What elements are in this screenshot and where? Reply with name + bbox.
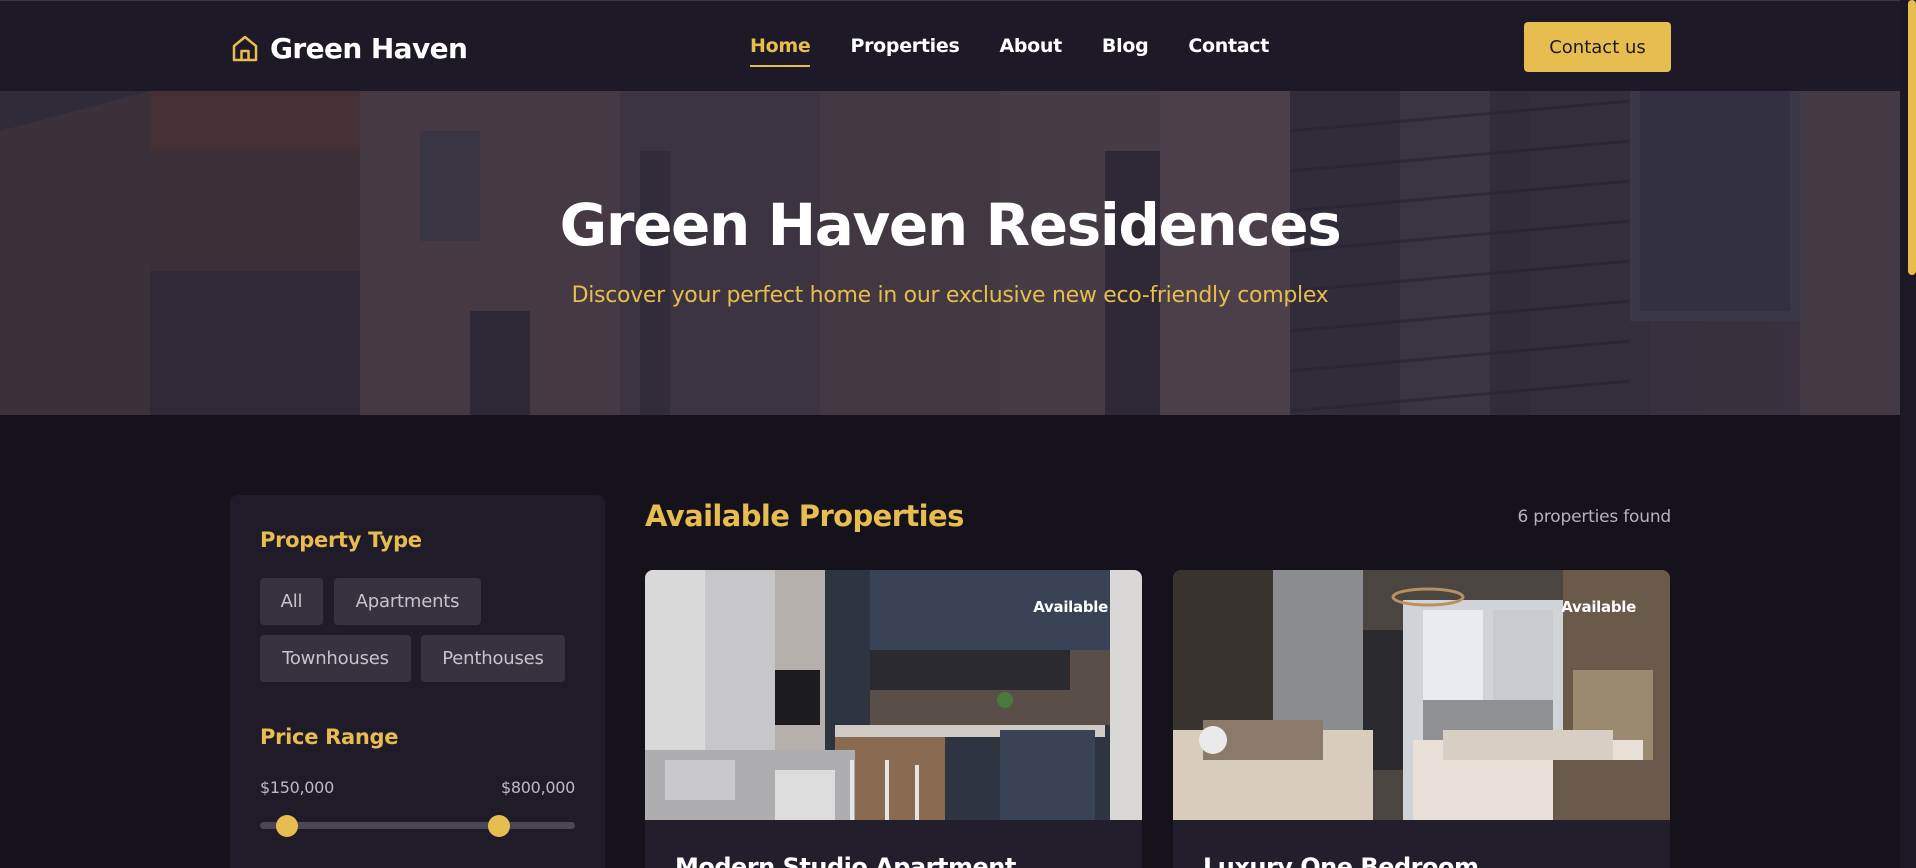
filter-chip-apartments[interactable]: Apartments: [334, 578, 481, 625]
price-range-heading: Price Range: [260, 725, 399, 749]
property-type-heading: Property Type: [260, 528, 422, 552]
hero-subtitle: Discover your perfect home in our exclus…: [571, 283, 1329, 308]
property-card[interactable]: Available Modern Studio Apartment: [645, 570, 1142, 868]
property-title: Modern Studio Apartment: [675, 853, 1016, 868]
nav-item-blog[interactable]: Blog: [1102, 35, 1149, 67]
availability-badge: Available: [1561, 598, 1636, 616]
main-nav: Home Properties About Blog Contact: [750, 35, 1269, 67]
price-max-label: $800,000: [501, 778, 575, 797]
price-slider-max-handle[interactable]: [487, 815, 510, 837]
nav-item-contact[interactable]: Contact: [1188, 35, 1269, 67]
contact-us-button[interactable]: Contact us: [1524, 22, 1671, 72]
home-icon: [232, 35, 258, 62]
property-card[interactable]: Available Luxury One Bedroom: [1173, 570, 1670, 868]
filter-chip-penthouses[interactable]: Penthouses: [421, 635, 565, 682]
price-slider-min-handle[interactable]: [276, 815, 299, 837]
properties-count: 6 properties found: [1517, 507, 1671, 527]
available-properties-heading: Available Properties: [645, 499, 964, 533]
nav-item-properties[interactable]: Properties: [850, 35, 959, 67]
logo-text: Green Haven: [270, 31, 468, 65]
nav-item-about[interactable]: About: [999, 35, 1062, 67]
price-slider-track[interactable]: [260, 822, 575, 829]
hero-title: Green Haven Residences: [559, 191, 1342, 259]
site-header: Green Haven Home Properties About Blog C…: [0, 0, 1900, 91]
nav-item-home[interactable]: Home: [750, 35, 811, 67]
filter-panel: Property Type All Apartments Townhouses …: [230, 495, 605, 868]
availability-badge: Available: [1033, 598, 1108, 616]
price-min-label: $150,000: [260, 778, 334, 797]
scrollbar-thumb[interactable]: [1908, 0, 1916, 275]
filter-chip-townhouses[interactable]: Townhouses: [260, 635, 411, 682]
hero-banner: Green Haven Residences Discover your per…: [0, 91, 1900, 415]
property-title: Luxury One Bedroom: [1203, 853, 1479, 868]
filter-chip-all[interactable]: All: [260, 578, 323, 625]
logo[interactable]: Green Haven: [230, 29, 468, 67]
